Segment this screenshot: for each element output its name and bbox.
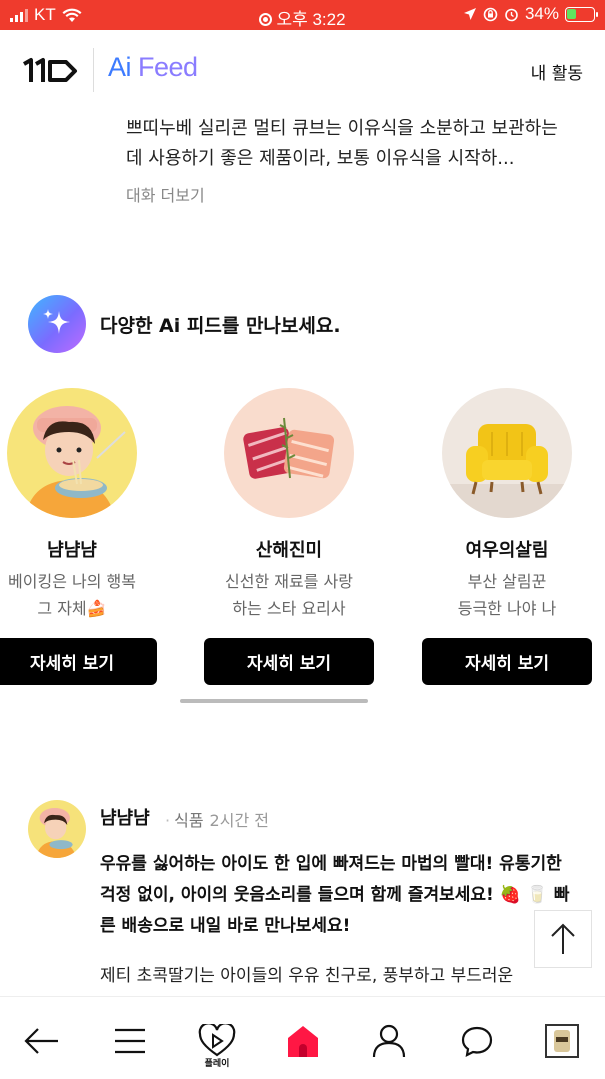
- card-description: 신선한 재료를 사랑 하는 스타 요리사: [225, 572, 353, 618]
- feed-card-sanhaejinmi[interactable]: 산해진미 신선한 재료를 사랑 하는 스타 요리사 자세히 보기: [203, 388, 375, 685]
- post-highlight-text: 우유를 싫어하는 아이도 한 입에 빠져드는 마법의 빨대! 유통기한 걱정 없…: [100, 854, 570, 936]
- nav-menu[interactable]: [108, 1019, 152, 1063]
- ai-feed-title: Ai Feed: [108, 52, 198, 83]
- post-meta: · 식품 2시간 전: [165, 811, 269, 830]
- view-details-button[interactable]: 자세히 보기: [204, 638, 374, 685]
- eleven-street-logo[interactable]: [22, 54, 78, 88]
- my-activity-link[interactable]: 내 활동: [531, 59, 583, 84]
- ai-label: Ai: [108, 52, 132, 82]
- post-body-text: 제티 초콕딸기는 아이들의 우유 친구로, 풍부하고 부드러운: [100, 966, 514, 986]
- status-bar: KT 오후 3:22 34%: [0, 0, 605, 30]
- nav-my-page[interactable]: [367, 1019, 411, 1063]
- nav-home[interactable]: [281, 1019, 325, 1063]
- post-author-name[interactable]: 냠냠냠: [100, 804, 150, 830]
- noodle-boy-avatar-icon: [7, 388, 137, 518]
- yellow-armchair-avatar-icon: [442, 388, 572, 518]
- nav-play[interactable]: 플레이: [195, 1019, 239, 1069]
- rotation-lock-icon: [483, 7, 498, 21]
- feed-label: Feed: [138, 52, 198, 82]
- card-name: 산해진미: [255, 540, 323, 561]
- previous-post-text: 쁘띠누베 실리콘 멀티 큐브는 이유식을 소분하고 보관하는 데 사용하기 좋은…: [126, 118, 558, 169]
- battery-percent: 34%: [524, 4, 559, 23]
- post-category: 식품: [174, 811, 204, 830]
- play-label: 플레이: [204, 1059, 230, 1069]
- sparkle-icon: [28, 295, 86, 353]
- card-name: 여우의살림: [465, 540, 549, 561]
- status-right: 34%: [463, 4, 598, 24]
- battery-icon: [565, 6, 598, 22]
- card-name: 냠냠냠: [47, 540, 97, 561]
- nav-chat[interactable]: [455, 1019, 499, 1063]
- hamburger-menu-icon: [115, 1028, 145, 1054]
- alarm-icon: [505, 8, 518, 21]
- sashimi-avatar-icon: [224, 388, 354, 518]
- carousel-scroll-indicator[interactable]: [180, 699, 368, 703]
- author-avatar[interactable]: [28, 800, 86, 858]
- back-arrow-icon: [24, 1028, 58, 1054]
- discover-section-title: 다양한 Ai 피드를 만나보세요.: [100, 315, 341, 337]
- post-time: 2시간 전: [209, 811, 269, 830]
- nav-back[interactable]: [20, 1019, 64, 1063]
- app-header: Ai Feed 내 활동: [0, 30, 605, 112]
- chat-bubble-icon: [461, 1026, 493, 1057]
- scroll-to-top-button[interactable]: [534, 910, 592, 968]
- recent-product-thumbnail: [545, 1024, 579, 1058]
- location-icon: [463, 8, 476, 20]
- feed-card-nyamnyam[interactable]: 냠냠냠 베이킹은 나의 행복 그 자체🍰 자세히 보기: [0, 388, 158, 685]
- feed-card-yeouui-salim[interactable]: 여우의살림 부산 살림꾼 등극한 나야 나 자세히 보기: [421, 388, 593, 685]
- time-label: 오후 3:22: [276, 10, 346, 29]
- home-icon: [288, 1026, 318, 1057]
- person-icon: [372, 1024, 406, 1058]
- nav-recent-product[interactable]: [540, 1019, 584, 1063]
- bottom-navigation: 플레이: [0, 996, 605, 1079]
- view-details-button[interactable]: 자세히 보기: [0, 638, 157, 685]
- play-heart-icon: [198, 1024, 236, 1057]
- header-divider: [93, 48, 94, 92]
- card-description: 부산 살림꾼 등극한 나야 나: [457, 572, 557, 618]
- recording-icon: [259, 13, 273, 26]
- view-details-button[interactable]: 자세히 보기: [422, 638, 592, 685]
- card-description: 베이킹은 나의 행복 그 자체🍰: [8, 572, 136, 618]
- view-more-conversation-link[interactable]: 대화 더보기: [126, 182, 205, 206]
- arrow-up-icon: [551, 923, 575, 954]
